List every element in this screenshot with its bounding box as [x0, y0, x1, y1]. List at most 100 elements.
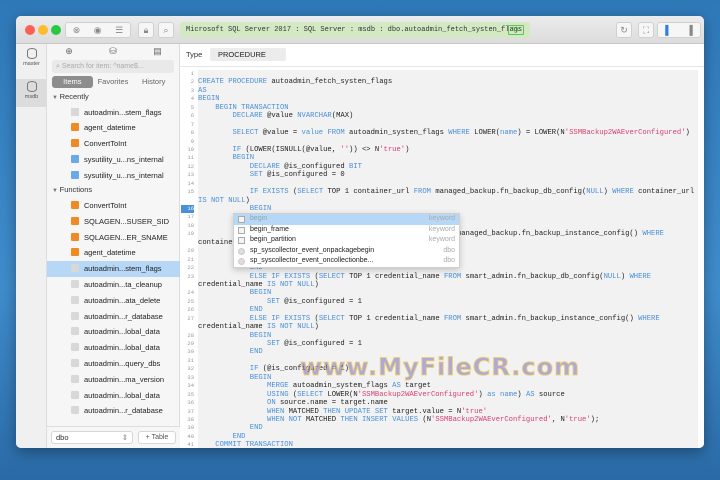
- autocomplete-item[interactable]: sp_syscollector_event_oncollectionbe... d…: [234, 256, 459, 267]
- code-line[interactable]: 34 MERGE autoadmin_system_flags AS targe…: [180, 382, 698, 390]
- connection-bar[interactable]: Microsoft SQL Server 2017 : SQL Server :…: [180, 22, 530, 38]
- code-line[interactable]: 23 ELSE IF EXISTS (SELECT TOP 1 credenti…: [180, 273, 698, 281]
- tree-item[interactable]: autoadmin...ma_version: [47, 372, 180, 388]
- tree-item[interactable]: ConvertToInt: [47, 198, 180, 214]
- code-line[interactable]: 6 DECLARE @value NVARCHAR(MAX): [180, 112, 698, 120]
- code-line[interactable]: 35 USING (SELECT LOWER(N'SSMBackup2WAEve…: [180, 391, 698, 399]
- code-line[interactable]: 38 WHEN NOT MATCHED THEN INSERT VALUES (…: [180, 416, 698, 424]
- search-input[interactable]: ⌕ Search for item: ^name$...: [52, 60, 174, 73]
- fullscreen-button[interactable]: ⛶: [638, 22, 654, 38]
- database-icon: [26, 81, 37, 92]
- tree-item[interactable]: autoadmin...lobal_data: [47, 324, 180, 340]
- close-window-button[interactable]: [25, 25, 35, 35]
- add-table-button[interactable]: + Table: [138, 431, 176, 444]
- tree-item-label: ConvertToInt: [84, 200, 127, 210]
- code-line[interactable]: 3 AS: [180, 87, 698, 95]
- code-line[interactable]: 1: [180, 70, 698, 78]
- refresh-button[interactable]: ↻: [616, 22, 632, 38]
- zoom-window-button[interactable]: [51, 25, 61, 35]
- code-line[interactable]: 36 ON source.name = target.name: [180, 399, 698, 407]
- line-number: 4: [190, 95, 194, 103]
- tree-item[interactable]: autoadmin...r_database: [47, 309, 180, 325]
- tree-item[interactable]: autoadmin...r_database: [47, 403, 180, 419]
- autocomplete-item[interactable]: sp_syscollector_event_onpackagebegin dbo: [234, 246, 459, 257]
- code-line[interactable]: 13 SET @is_configured = 0: [180, 171, 698, 179]
- code-line[interactable]: credential_name IS NOT NULL): [180, 323, 698, 331]
- tree-item[interactable]: agent_datetime: [47, 120, 180, 136]
- code-line[interactable]: 8 SELECT @value = value FROM autoadmin_s…: [180, 129, 698, 137]
- tree-item[interactable]: autoadmin...lobal_data: [47, 340, 180, 356]
- tree-group-functions[interactable]: ▼ Functions: [47, 183, 180, 198]
- code-line[interactable]: credential_name IS NOT NULL): [180, 281, 698, 289]
- autocomplete-item[interactable]: begin_frame keyword: [234, 225, 459, 236]
- sql-icon[interactable]: ▤: [153, 46, 162, 57]
- tab-favorites[interactable]: Favorites: [93, 76, 134, 88]
- tree-item[interactable]: autoadmin...stem_flags: [47, 105, 180, 121]
- code-line[interactable]: 29 SET @is_configured = 1: [180, 340, 698, 348]
- code-line[interactable]: 2 CREATE PROCEDURE autoadmin_fetch_systen…: [180, 78, 698, 86]
- code-line[interactable]: 41 COMMIT TRANSACTION: [180, 441, 698, 448]
- code-line[interactable]: 24 BEGIN: [180, 289, 698, 297]
- lock-button[interactable]: 🔒︎: [138, 22, 154, 38]
- autocomplete-item[interactable]: begin keyword: [234, 214, 459, 225]
- tree-item[interactable]: sysutility_u...ns_internal: [47, 168, 180, 184]
- eye-icon[interactable]: ◉: [94, 25, 102, 36]
- minimize-window-button[interactable]: [38, 25, 48, 35]
- tree-item[interactable]: autoadmin...lobal_data: [47, 388, 180, 404]
- tree-item[interactable]: SQLAGEN...SUSER_SID: [47, 214, 180, 230]
- tree-item[interactable]: SQLAGEN...ER_SNAME: [47, 230, 180, 246]
- left-panel-icon[interactable]: ▌: [665, 25, 671, 35]
- tab-history[interactable]: History: [133, 76, 174, 88]
- line-number: 22: [187, 264, 194, 272]
- code-line[interactable]: 4 BEGIN: [180, 95, 698, 103]
- tree-item[interactable]: sysutility_u...ns_internal: [47, 152, 180, 168]
- code-line[interactable]: 27 ELSE IF EXISTS (SELECT TOP 1 credenti…: [180, 315, 698, 323]
- code-line[interactable]: 12 DECLARE @is_configured BIT: [180, 163, 698, 171]
- plug-icon[interactable]: ⊕: [65, 46, 73, 57]
- code-text: END: [232, 432, 246, 441]
- search-button[interactable]: ⌕: [158, 22, 174, 38]
- tree-item[interactable]: ConvertToInt: [47, 136, 180, 152]
- database-msdb[interactable]: msdb: [16, 79, 47, 107]
- code-line[interactable]: 28 BEGIN: [180, 332, 698, 340]
- tree-item[interactable]: autoadmin...ta_cleanup: [47, 277, 180, 293]
- code-line[interactable]: 40 END: [180, 433, 698, 441]
- code-line[interactable]: 30 END: [180, 348, 698, 356]
- code-line[interactable]: 26 END: [180, 306, 698, 314]
- schema-select[interactable]: dbo ⇕: [51, 431, 133, 444]
- tree-item[interactable]: autoadmin...query_dbs: [47, 356, 180, 372]
- code-line[interactable]: IS NOT NULL): [180, 197, 698, 205]
- type-field[interactable]: PROCEDURE: [210, 48, 286, 61]
- tree-group-recently[interactable]: ▼ Recently: [47, 90, 180, 105]
- code-line[interactable]: 37 WHEN MATCHED THEN UPDATE SET target.v…: [180, 408, 698, 416]
- database-master[interactable]: master: [16, 46, 47, 72]
- tree-item[interactable]: autoadmin...ata_delete: [47, 293, 180, 309]
- code-line[interactable]: 33 BEGIN: [180, 374, 698, 382]
- tab-items[interactable]: Items: [52, 76, 93, 88]
- code-line[interactable]: 5 BEGIN TRANSACTION: [180, 104, 698, 112]
- code-line[interactable]: 10 IF (LOWER(ISNULL(@value, '')) <> N'tr…: [180, 146, 698, 154]
- code-line[interactable]: 25 SET @is_configured = 1: [180, 298, 698, 306]
- tree-item[interactable]: agent_datetime: [47, 245, 180, 261]
- code-line[interactable]: 15 IF EXISTS (SELECT TOP 1 container_url…: [180, 188, 698, 196]
- tree-item-label: autoadmin...stem_flags: [84, 264, 162, 274]
- code-line[interactable]: 11 BEGIN: [180, 154, 698, 162]
- code-line[interactable]: 9: [180, 138, 698, 146]
- disclosure-triangle-icon[interactable]: ▼: [52, 188, 60, 194]
- stop-icon[interactable]: ⊗: [73, 25, 81, 36]
- code-line[interactable]: 14: [180, 180, 698, 188]
- disclosure-triangle-icon[interactable]: ▼: [52, 95, 60, 101]
- code-text: BEGIN: [249, 289, 272, 298]
- tree-item-label: autoadmin...lobal_data: [84, 327, 160, 337]
- vertical-scrollbar[interactable]: [698, 70, 704, 448]
- autocomplete-item[interactable]: begin_partition keyword: [234, 235, 459, 246]
- code-line[interactable]: 31: [180, 357, 698, 365]
- code-line[interactable]: 32 IF (@is_configured = 1): [180, 365, 698, 373]
- line-number: 5: [190, 103, 194, 111]
- code-line[interactable]: 7: [180, 121, 698, 129]
- sort-icon[interactable]: ☰: [115, 25, 123, 36]
- right-panel-icon[interactable]: ▐: [686, 25, 692, 35]
- code-line[interactable]: 39 END: [180, 424, 698, 432]
- database-icon[interactable]: ⛁: [109, 46, 117, 57]
- tree-item[interactable]: autoadmin...stem_flags: [47, 261, 180, 277]
